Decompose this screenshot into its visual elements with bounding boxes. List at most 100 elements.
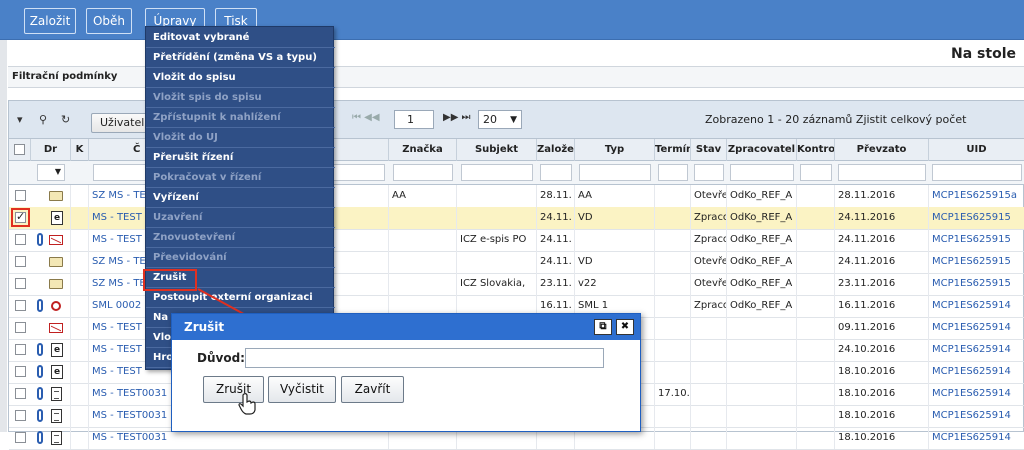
page-size-select[interactable]: 20 ▼ [478, 110, 522, 129]
close-icon[interactable]: ✖ [616, 319, 634, 335]
filter-uid-input[interactable] [932, 164, 1022, 181]
menu-item[interactable]: Vložit do spisu [146, 68, 335, 88]
cell-uid[interactable]: MCP1ES625914 [929, 383, 1024, 405]
cell-termin [655, 295, 691, 317]
row-checkbox[interactable] [15, 234, 26, 245]
select-all-checkbox[interactable] [14, 144, 25, 155]
caret-down-icon[interactable]: ▾ [17, 113, 23, 126]
cell-uid[interactable]: MCP1ES625914 [929, 339, 1024, 361]
cell-termin [655, 339, 691, 361]
hand-cursor-icon [238, 393, 256, 415]
cell-uid[interactable]: MCP1ES625915 [929, 251, 1024, 273]
cell-zpracovatel [727, 339, 797, 361]
cell-uid[interactable]: MCP1ES625914 [929, 361, 1024, 383]
cell-uid[interactable]: MCP1ES625914 [929, 295, 1024, 317]
row-checkbox[interactable] [15, 366, 26, 377]
refresh-icon[interactable]: ↻ [61, 113, 70, 126]
attachment-icon [37, 431, 43, 444]
header-prevzato[interactable]: Převzato [835, 139, 929, 161]
filter-dr-select[interactable]: ▼ [37, 164, 65, 181]
row-checkbox[interactable] [15, 256, 26, 267]
cell-subjekt [457, 207, 537, 229]
header-zpracovatel[interactable]: Zpracovatel [727, 139, 797, 161]
cell-uid[interactable]: MCP1ES625915 [929, 207, 1024, 229]
reason-input[interactable] [245, 348, 604, 368]
menu-item[interactable]: Vyřízení [146, 188, 335, 208]
circulation-button[interactable]: Oběh [86, 8, 132, 34]
header-k[interactable]: K [71, 139, 89, 161]
page-size-value: 20 [483, 113, 497, 126]
reason-label: Důvod: [197, 351, 245, 365]
cell-termin [655, 207, 691, 229]
header-select-all[interactable] [9, 139, 31, 161]
header-kontrol[interactable]: Kontrol [797, 139, 835, 161]
row-checkbox[interactable] [15, 190, 26, 201]
cell-uid[interactable]: MCP1ES625914 [929, 317, 1024, 339]
page-number-input[interactable]: 1 [394, 110, 434, 129]
row-checkbox[interactable] [15, 322, 26, 333]
filter-zpracovatel-input[interactable] [730, 164, 794, 181]
row-checkbox[interactable] [15, 344, 26, 355]
header-subjekt[interactable]: Subjekt [457, 139, 537, 161]
cell-typ: VD [575, 207, 655, 229]
menu-item[interactable]: Editovat vybrané [146, 28, 335, 48]
cell-kontrol [797, 273, 835, 295]
cell-typ: v22 [575, 273, 655, 295]
cell-uid[interactable]: MCP1ES625914 [929, 405, 1024, 427]
cell-uid[interactable]: MCP1ES625915a [929, 185, 1024, 207]
cell-uid[interactable]: MCP1ES625914 [929, 427, 1024, 449]
filter-znacka-input[interactable] [393, 164, 453, 181]
row-checkbox[interactable] [15, 388, 26, 399]
filter-stav-input[interactable] [694, 164, 724, 181]
row-checkbox[interactable] [15, 300, 26, 311]
cell-znacka [389, 207, 457, 229]
cell-prevzato: 23.11.2016 [835, 273, 929, 295]
filter-subjekt-input[interactable] [461, 164, 533, 181]
menu-item: Znovuotevření [146, 228, 335, 248]
cell-termin [655, 273, 691, 295]
close-button[interactable]: Zavřít [341, 376, 404, 403]
pager-prev-icons[interactable]: ⏮ ◀◀ [352, 112, 380, 123]
filter-typ-input[interactable] [579, 164, 651, 181]
folder-icon [49, 257, 63, 267]
cell-stav [691, 339, 727, 361]
row-checkbox[interactable] [15, 432, 26, 443]
chevron-down-icon: ▼ [54, 167, 61, 176]
filter-kontrol-input[interactable] [800, 164, 832, 181]
cell-prevzato: 24.11.2016 [835, 251, 929, 273]
header-dr[interactable]: Dr [31, 139, 71, 161]
menu-item[interactable]: Přerušit řízení [146, 148, 335, 168]
paper-doc-icon [51, 431, 62, 445]
menu-item: Zpřístupnit k nahlížení [146, 108, 335, 128]
total-count-link[interactable]: Zjistit celkový počet [856, 113, 967, 126]
cell-stav [691, 427, 727, 449]
cell-termin [655, 361, 691, 383]
popout-icon[interactable]: ⧉ [594, 319, 612, 335]
filter-prevzato-input[interactable] [838, 164, 926, 181]
cell-stav [691, 405, 727, 427]
search-icon[interactable]: ⚲ [39, 113, 47, 126]
cell-uid[interactable]: MCP1ES625915 [929, 273, 1024, 295]
cell-prevzato: 18.10.2016 [835, 383, 929, 405]
clear-button[interactable]: Vyčistit [268, 376, 336, 403]
filter-termin-input[interactable] [658, 164, 688, 181]
row-checkbox[interactable] [15, 410, 26, 421]
dialog-header[interactable]: Zrušit ⧉ ✖ [172, 314, 640, 340]
header-uid[interactable]: UID [929, 139, 1024, 161]
header-zalozeno[interactable]: Založe [537, 139, 575, 161]
filter-zalozeno-input[interactable] [540, 164, 572, 181]
cell-prevzato: 18.10.2016 [835, 405, 929, 427]
cell-zpracovatel [727, 383, 797, 405]
create-button[interactable]: Založit [24, 8, 76, 34]
header-termin[interactable]: Termín [655, 139, 691, 161]
header-stav[interactable]: Stav [691, 139, 727, 161]
left-sidebar-strip [0, 40, 7, 432]
header-typ[interactable]: Typ [575, 139, 655, 161]
header-znacka[interactable]: Značka [389, 139, 457, 161]
cell-uid[interactable]: MCP1ES625915 [929, 229, 1024, 251]
cell-prevzato: 16.11.2016 [835, 295, 929, 317]
pager-next-icons[interactable]: ▶▶ ⏭ [443, 112, 471, 123]
menu-item[interactable]: Přetřídění (změna VS a typu) [146, 48, 335, 68]
row-checkbox[interactable] [15, 278, 26, 289]
cell-subjekt: ICZ e-spis PO [457, 229, 537, 251]
